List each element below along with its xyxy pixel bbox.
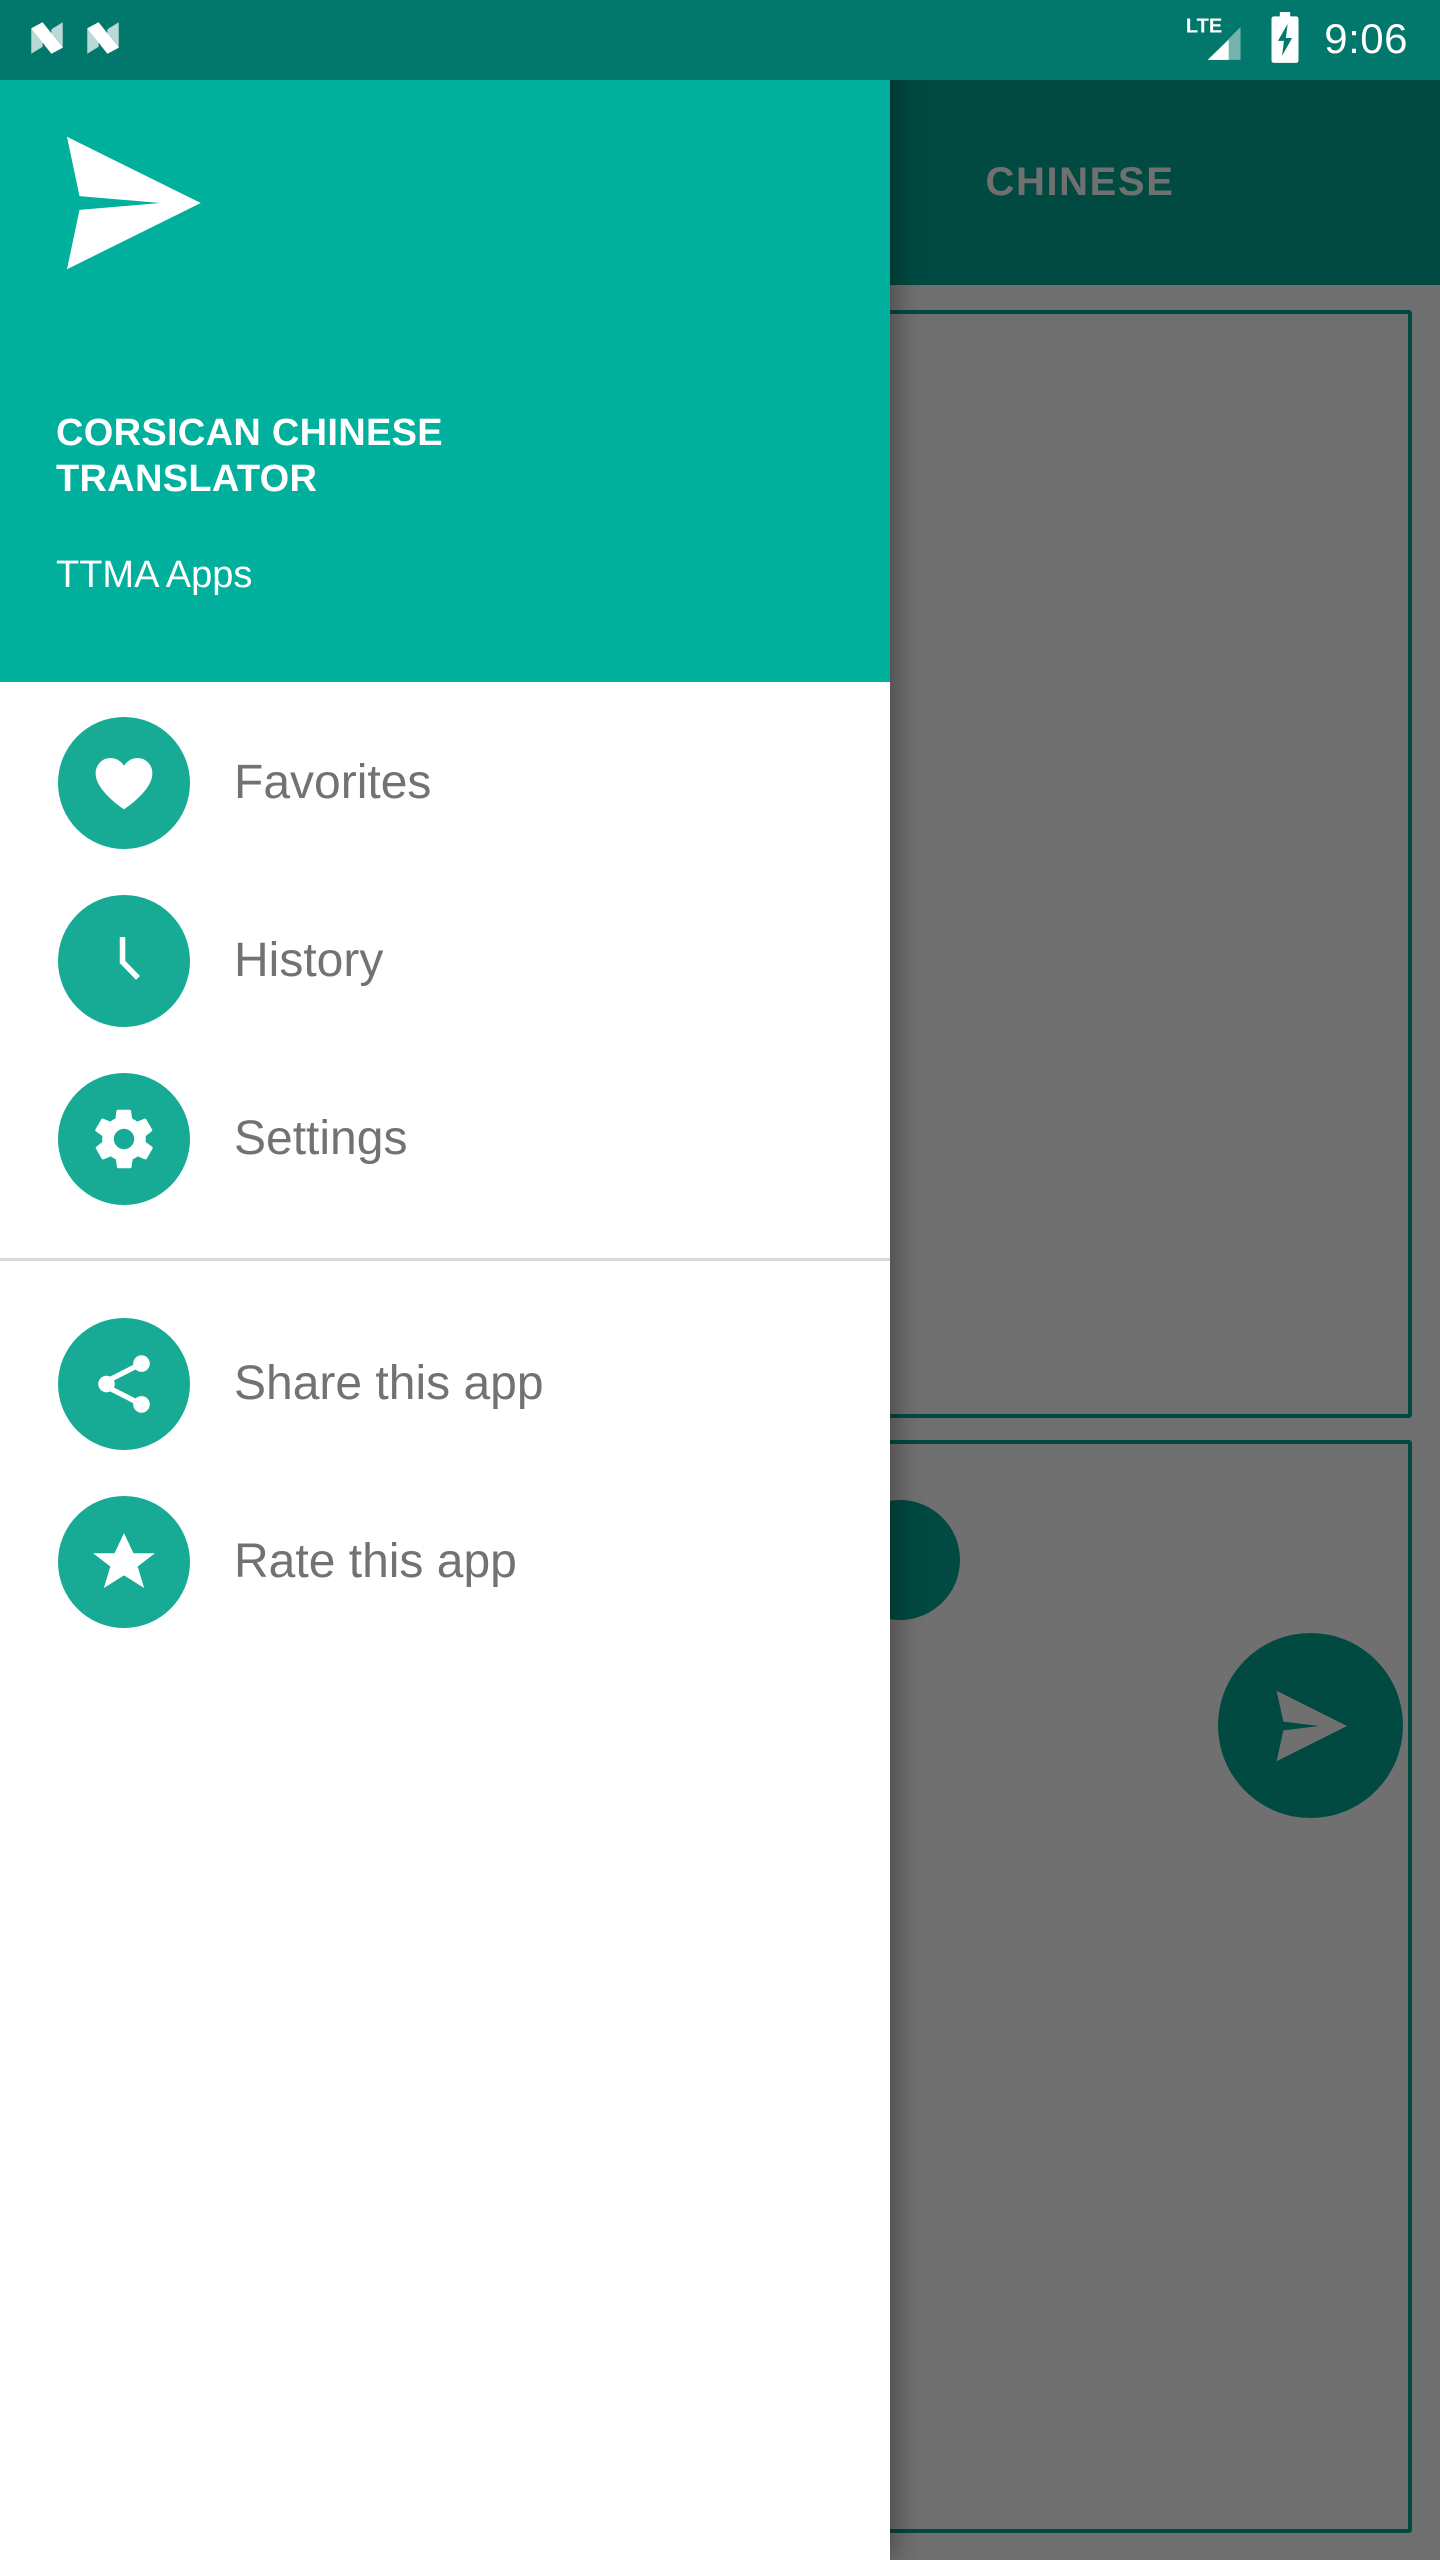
send-plane-logo-icon: [52, 128, 212, 283]
menu-item-share-this-app[interactable]: Share this app: [0, 1295, 890, 1473]
gear-icon: [58, 1073, 190, 1205]
battery-charging-icon: [1268, 11, 1302, 70]
menu-item-history[interactable]: History: [0, 872, 890, 1050]
clock-icon: [58, 895, 190, 1027]
menu-item-label: History: [234, 934, 384, 987]
navigation-drawer: CORSICAN CHINESE TRANSLATOR TTMA Apps Fa…: [0, 0, 890, 2560]
menu-item-label: Settings: [234, 1112, 408, 1165]
menu-item-settings[interactable]: Settings: [0, 1050, 890, 1228]
status-bar-notifications: [0, 17, 124, 64]
network-type-label: LTE: [1186, 15, 1222, 37]
menu-divider: [0, 1258, 890, 1261]
drawer-header: CORSICAN CHINESE TRANSLATOR TTMA Apps: [0, 0, 890, 682]
app-title: CORSICAN CHINESE TRANSLATOR: [56, 412, 443, 501]
menu-item-label: Rate this app: [234, 1535, 517, 1588]
app-publisher: TTMA Apps: [56, 554, 253, 596]
drawer-menu: Favorites History Settings Share this ap…: [0, 682, 890, 1651]
menu-item-rate-this-app[interactable]: Rate this app: [0, 1473, 890, 1651]
android-n-icon: [26, 17, 68, 64]
android-n-icon: [82, 17, 124, 64]
signal-bars-icon: LTE: [1184, 12, 1246, 69]
star-icon: [58, 1496, 190, 1628]
status-bar-system-icons: LTE 9:06: [1184, 11, 1440, 70]
clock-time: 9:06: [1324, 14, 1408, 62]
share-icon: [58, 1318, 190, 1450]
heart-icon: [58, 717, 190, 849]
menu-item-label: Favorites: [234, 756, 432, 809]
screen: CORSICAN CHINESE TRANSLATOR TTMA Apps Fa…: [0, 0, 1440, 2560]
menu-item-favorites[interactable]: Favorites: [0, 694, 890, 872]
menu-item-label: Share this app: [234, 1357, 544, 1410]
status-bar: LTE 9:06: [0, 0, 1440, 80]
